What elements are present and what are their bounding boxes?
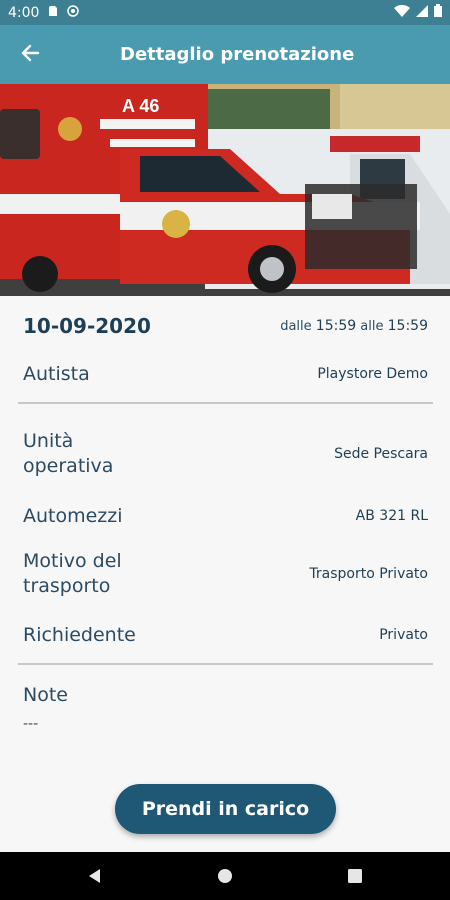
vehicles-row: Automezzi AB 321 RL (23, 502, 428, 530)
reason-label-line-2: trasporto (23, 575, 111, 597)
booking-time-range: dalle 15:59 alle 15:59 (280, 318, 428, 334)
app-bar: Dettaglio prenotazione (0, 25, 450, 84)
reason-value: Trasporto Privato (309, 566, 428, 582)
navigation-bar (0, 852, 450, 900)
take-charge-button[interactable]: Prendi in carico (115, 784, 336, 834)
notes-value: --- (23, 716, 39, 732)
signal-icon (416, 4, 428, 21)
reason-label-line-1: Motivo del (23, 550, 122, 572)
driver-label: Autista (23, 362, 90, 385)
vehicles-label: Automezzi (23, 504, 123, 527)
battery-icon (434, 4, 442, 21)
page-title: Dettaglio prenotazione (120, 44, 355, 65)
notes-row: Note (23, 681, 428, 709)
arrow-back-icon (20, 43, 40, 67)
reason-label: Motivo del trasporto (23, 549, 122, 599)
requester-label: Richiedente (23, 623, 136, 646)
sd-card-icon (47, 5, 59, 21)
status-bar: 4:00 (0, 0, 450, 25)
requester-value: Privato (379, 627, 428, 643)
back-button[interactable] (0, 25, 60, 84)
date-row: 10-09-2020 dalle 15:59 alle 15:59 (23, 312, 428, 340)
requester-row: Richiedente Privato (23, 621, 428, 649)
wifi-icon (394, 4, 410, 21)
at-sign-icon (67, 4, 80, 21)
home-circle-icon[interactable] (217, 868, 233, 888)
ambulance-image: A 46 (0, 84, 450, 296)
time-to: 15:59 (387, 318, 428, 334)
recents-square-icon[interactable] (347, 868, 363, 888)
driver-value: Playstore Demo (317, 366, 428, 382)
status-time: 4:00 (8, 4, 40, 21)
time-from: 15:59 (315, 318, 357, 334)
unit-row: Unità operativa Sede Pescara (23, 428, 428, 480)
time-to-label: alle (360, 319, 384, 334)
time-from-label: dalle (280, 319, 312, 334)
unit-value: Sede Pescara (334, 446, 428, 462)
notes-label: Note (23, 683, 68, 706)
vehicles-value: AB 321 RL (355, 508, 428, 524)
svg-text:A 46: A 46 (122, 96, 159, 116)
divider (18, 402, 433, 404)
driver-row: Autista Playstore Demo (23, 360, 428, 388)
booking-date: 10-09-2020 (23, 314, 151, 338)
unit-label-line-1: Unità (23, 430, 74, 452)
back-triangle-icon[interactable] (86, 867, 104, 889)
divider (18, 663, 433, 665)
reason-row: Motivo del trasporto Trasporto Privato (23, 548, 428, 600)
unit-label: Unità operativa (23, 429, 113, 479)
unit-label-line-2: operativa (23, 455, 114, 477)
